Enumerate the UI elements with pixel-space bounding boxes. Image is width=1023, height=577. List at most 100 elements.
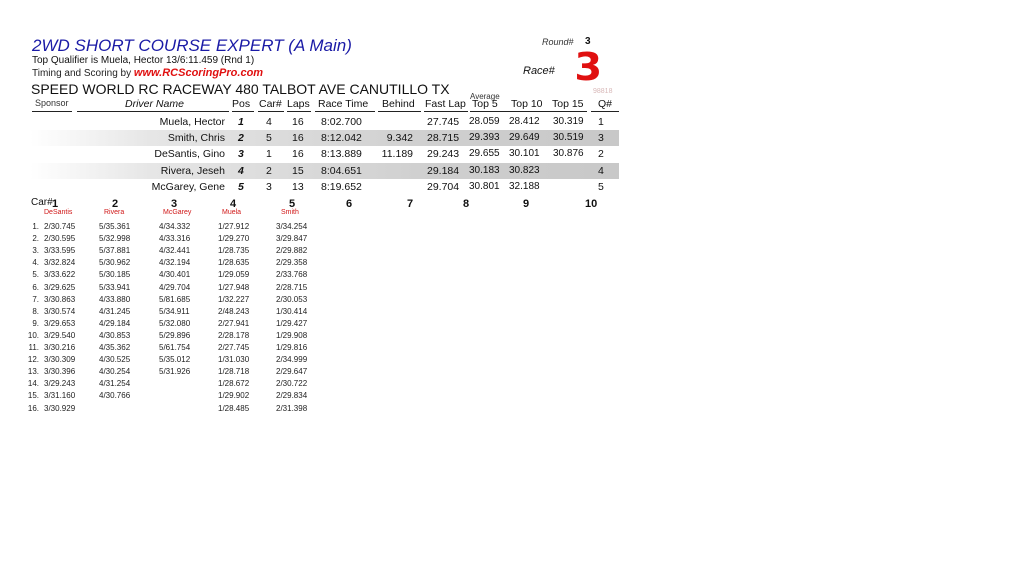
venue-name: SPEED WORLD RC RACEWAY 480 TALBOT AVE CA… (31, 81, 450, 97)
car-column-driver: Rivera (104, 209, 125, 216)
result-row: Muela, Hector 1 4 16 8:02.700 27.745 28.059 28.… (30, 114, 619, 130)
lap-time: 3/29.847 (276, 234, 308, 244)
lap-time: 1/27.912 (218, 222, 250, 231)
race-label: Race# (523, 65, 555, 77)
lap-time: 1/29.908 (276, 330, 308, 340)
lap-number: 5. (32, 270, 39, 280)
lap-time: 2/31.398 (276, 403, 308, 413)
lap-time: 1/28.635 (218, 258, 250, 268)
lap-time: 5/29.896 (159, 330, 191, 340)
car-number: 3 (266, 180, 272, 193)
top10-average: 30.823 (509, 164, 540, 176)
lap-time: 3/30.216 (44, 343, 76, 352)
col-top5: Top 5 (472, 98, 498, 110)
race-number: 3 (574, 45, 603, 89)
lap-time: 1/28.672 (218, 379, 250, 389)
behind: 9.342 (386, 132, 413, 145)
race-title: 2WD SHORT COURSE EXPERT (A Main) (32, 36, 352, 55)
lap-number: 6. (32, 282, 39, 292)
col-behind: Behind (382, 98, 415, 110)
lap-time: 4/29.704 (159, 282, 191, 292)
col-top10: Top 10 (511, 98, 543, 110)
lap-time: 2/30.745 (44, 222, 76, 231)
col-laps: Laps (287, 98, 310, 110)
car-number: 5 (266, 132, 272, 145)
lap-time: 1/28.485 (218, 403, 250, 413)
driver-name: Muela, Hector (159, 116, 225, 128)
car-column-number: 8 (463, 198, 470, 210)
lap-number: 2. (32, 234, 39, 244)
result-row: Smith, Chris 2 5 16 8:12.042 9.342 28.715 29.39… (30, 130, 619, 147)
top10-average: 29.649 (509, 132, 540, 144)
car-column-number: 7 (407, 198, 414, 210)
lap-number: 15. (27, 391, 39, 401)
fast-lap: 28.715 (427, 132, 460, 145)
lap-time: 4/31.254 (99, 379, 131, 389)
header-underline (32, 111, 72, 112)
lap-time: 3/29.653 (44, 318, 76, 328)
lap-time: 4/31.245 (99, 306, 131, 316)
qualifying-position: 5 (598, 180, 604, 193)
scoring-link[interactable]: www.RCScoringPro.com (134, 67, 263, 79)
position: 4 (238, 164, 244, 177)
lap-time: 4/30.766 (99, 391, 131, 401)
lap-time: 3/31.160 (44, 391, 76, 401)
lap-time: 2/29.647 (276, 367, 308, 377)
lap-number: 4. (32, 258, 39, 268)
header-underline (232, 111, 254, 112)
qualifying-position: 1 (598, 116, 604, 128)
lap-time: 2/48.243 (218, 306, 250, 316)
col-top15: Top 15 (552, 98, 584, 110)
lap-number: 1. (32, 222, 39, 231)
col-q: Q# (598, 98, 613, 110)
lap-time: 1/29.816 (276, 343, 308, 352)
car-column-driver: DeSantis (44, 209, 73, 216)
lap-time: 2/33.768 (276, 270, 308, 280)
car-column-number: 10 (585, 198, 598, 210)
top15-average: 30.319 (553, 116, 584, 127)
lap-time: 4/29.184 (99, 318, 131, 328)
lap-time: 5/37.881 (99, 246, 131, 256)
lap-number: 9. (32, 318, 39, 328)
race-time: 8:04.651 (321, 164, 362, 177)
race-time: 8:02.700 (321, 116, 362, 128)
lap-time: 5/33.941 (99, 282, 131, 292)
top15-average: 30.876 (553, 148, 584, 160)
lap-number: 11. (28, 343, 39, 352)
lap-time: 5/35.012 (159, 355, 191, 365)
lap-time: 5/35.361 (99, 222, 131, 231)
lap-time: 4/32.194 (159, 258, 191, 268)
lap-time: 5/32.998 (99, 234, 131, 244)
lap-time: 4/34.332 (159, 222, 191, 231)
lap-number: 13. (27, 367, 39, 377)
header-underline (378, 111, 421, 112)
lap-time: 1/28.718 (218, 367, 250, 377)
top15-average: 30.519 (553, 132, 584, 144)
result-row: McGarey, Gene 5 3 13 8:19.652 29.704 30.801 32.… (30, 179, 619, 195)
lap-time: 3/30.929 (44, 403, 76, 413)
lap-time: 2/29.882 (276, 246, 308, 256)
lap-time: 3/29.540 (44, 330, 76, 340)
top5-average: 30.183 (469, 164, 500, 176)
qualifying-position: 2 (598, 148, 604, 161)
fast-lap: 29.243 (427, 148, 460, 161)
header-underline (258, 111, 284, 112)
header-underline (470, 111, 587, 112)
header-underline (424, 111, 468, 112)
lap-time: 1/30.414 (276, 306, 308, 316)
fast-lap: 29.184 (427, 164, 460, 177)
fast-lap: 29.704 (427, 180, 460, 193)
lap-time: 5/81.685 (159, 294, 191, 304)
car-column-driver: McGarey (163, 209, 192, 216)
race-time: 8:19.652 (321, 180, 362, 193)
laps: 15 (292, 164, 304, 177)
lap-time: 4/30.525 (99, 355, 131, 365)
top5-average: 29.393 (469, 132, 500, 144)
lap-time: 3/33.595 (44, 246, 76, 256)
lap-number: 3. (32, 246, 39, 256)
lap-time: 4/30.254 (99, 367, 131, 377)
lap-time: 3/30.396 (44, 367, 76, 377)
lap-time: 5/34.911 (159, 306, 190, 316)
lap-time: 4/33.880 (99, 294, 131, 304)
lap-time: 2/27.941 (218, 318, 250, 328)
